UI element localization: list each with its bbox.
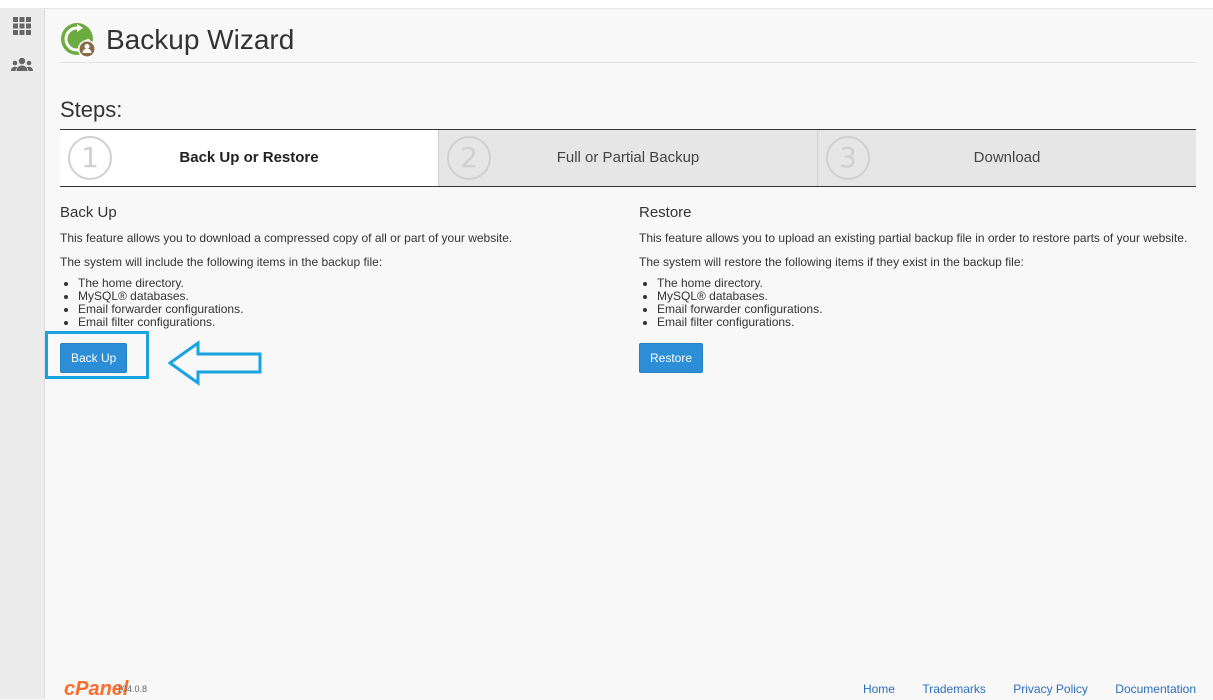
grid-icon[interactable]: [12, 16, 32, 36]
backup-wizard-icon: [61, 23, 96, 58]
steps-bar: 1 Back Up or Restore 2 Full or Partial B…: [60, 129, 1196, 187]
restore-button[interactable]: Restore: [639, 343, 704, 373]
footer-link-home[interactable]: Home: [863, 682, 895, 696]
restore-intro: The system will restore the following it…: [639, 255, 1024, 269]
users-icon[interactable]: [11, 55, 33, 75]
arrow-left-icon: [168, 340, 262, 386]
backup-intro: The system will include the following it…: [60, 255, 383, 269]
page-title: Backup Wizard: [106, 24, 295, 55]
step-1: 1 Back Up or Restore: [60, 130, 438, 186]
list-item: Email filter configurations.: [657, 316, 1196, 329]
step-2-label: Full or Partial Backup: [556, 149, 700, 166]
sidebar: [0, 8, 45, 699]
page-header: Backup Wizard: [60, 18, 1196, 63]
footer-link-documentation[interactable]: Documentation: [1115, 682, 1196, 696]
footer-links: Home Trademarks Privacy Policy Documenta…: [839, 682, 1196, 696]
footer-link-privacy-policy[interactable]: Privacy Policy: [1013, 682, 1088, 696]
footer: cPanel 104.0.8 Home Trademarks Privacy P…: [60, 678, 1196, 700]
restore-section: Restore This feature allows you to uploa…: [639, 203, 1196, 373]
backup-heading: Back Up: [60, 204, 117, 221]
backup-items-list: The home directory. MySQL® databases. Em…: [60, 277, 620, 329]
step-3-label: Download: [973, 149, 1041, 166]
steps-heading: Steps:: [60, 97, 123, 122]
highlight-box: [45, 331, 149, 379]
list-item: Email filter configurations.: [78, 316, 620, 329]
step-3: 3 Download: [817, 130, 1196, 186]
footer-link-trademarks[interactable]: Trademarks: [922, 682, 986, 696]
step-1-label: Back Up or Restore: [179, 149, 319, 166]
version-label: 104.0.8: [117, 684, 148, 694]
restore-heading: Restore: [639, 204, 692, 221]
restore-description: This feature allows you to upload an exi…: [639, 231, 1188, 245]
restore-items-list: The home directory. MySQL® databases. Em…: [639, 277, 1196, 329]
step-2: 2 Full or Partial Backup: [438, 130, 817, 186]
backup-description: This feature allows you to download a co…: [60, 231, 513, 245]
